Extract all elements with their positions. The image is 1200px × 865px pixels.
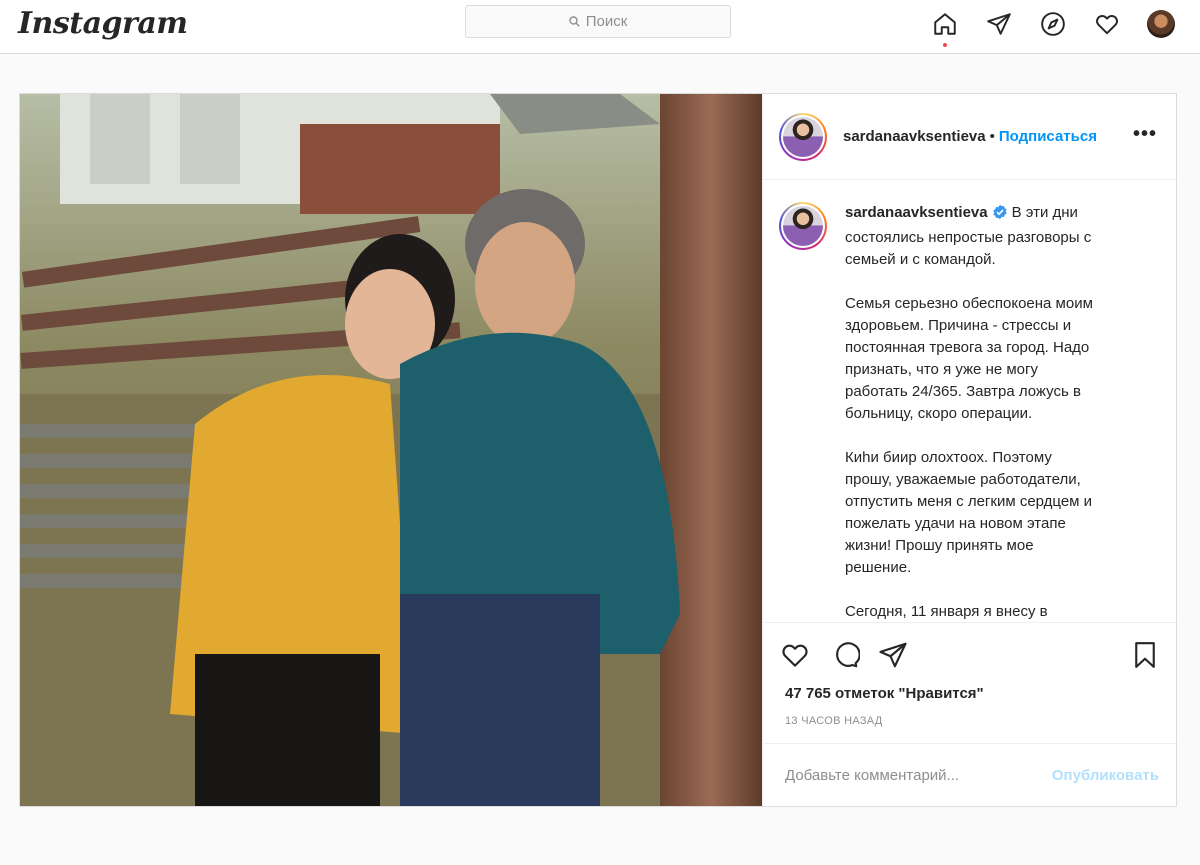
- caption-line: здоровьем. Причина - стрессы и: [845, 317, 1072, 334]
- caption-line: пожелать удачи на новом этапе: [845, 515, 1066, 532]
- post-caption: sardanaavksentieva В эти дни состоялись н…: [779, 202, 1169, 622]
- author-avatar[interactable]: [779, 112, 827, 161]
- comment-form: Опубликовать: [763, 743, 1177, 807]
- search-placeholder: Поиск: [585, 13, 628, 30]
- nav-home[interactable]: [928, 7, 962, 47]
- caption-line: больницу, скоро операции.: [845, 405, 1033, 422]
- caption-line: отпустить меня с легким сердцем и: [845, 493, 1093, 510]
- caption-paragraph: Семья серьезно обеспокоена моим здоровье…: [845, 293, 1155, 425]
- publish-button[interactable]: Опубликовать: [1052, 767, 1159, 784]
- caption-line: состоялись непростые разговоры с: [845, 229, 1092, 246]
- search-box[interactable]: Поиск: [465, 5, 731, 38]
- caption-line: В эти дни: [1011, 204, 1078, 221]
- post-photo[interactable]: [20, 94, 762, 806]
- active-indicator: [943, 43, 947, 47]
- caption-line: Семья серьезно обеспокоена моим: [845, 295, 1093, 312]
- nav-icons: [928, 7, 1178, 47]
- nav-activity[interactable]: [1090, 7, 1124, 41]
- caption-line: признать, что я уже не могу: [845, 361, 1038, 378]
- caption-paragraph: Сегодня, 11 января я внесу в Я: [845, 601, 1155, 622]
- follow-button[interactable]: Подписаться: [999, 128, 1097, 145]
- post-timestamp[interactable]: 13 ЧАСОВ НАЗАД: [785, 715, 883, 727]
- likes-count[interactable]: 47 765 отметок "Нравится": [785, 685, 984, 702]
- author-username[interactable]: sardanaavksentieva: [843, 128, 986, 145]
- caption-line: Сегодня, 11 января я внесу в: [845, 603, 1048, 620]
- post-card: sardanaavksentieva • Подписаться ••• sar…: [19, 93, 1177, 807]
- home-icon: [934, 13, 956, 35]
- caption-paragraph: Киһи биир олохтоох. Поэтому прошу, уважа…: [845, 447, 1155, 579]
- direct-icon: [987, 13, 1011, 35]
- explore-icon: [1041, 12, 1065, 36]
- caption-line: постоянная тревога за город. Надо: [845, 339, 1090, 356]
- post-header: sardanaavksentieva • Подписаться •••: [763, 94, 1177, 180]
- action-buttons-row: [779, 639, 1161, 671]
- caption-text: sardanaavksentieva В эти дни состоялись н…: [845, 202, 1155, 622]
- top-navigation-bar: Instagram Поиск: [0, 0, 1200, 54]
- comment-button[interactable]: [829, 639, 861, 671]
- post-image: [20, 94, 762, 806]
- caption-line: жизни! Прошу принять мое: [845, 537, 1034, 554]
- profile-avatar: [1147, 10, 1175, 38]
- caption-line: решение.: [845, 559, 912, 576]
- verified-badge-icon: [992, 204, 1008, 224]
- separator-dot: •: [989, 128, 995, 145]
- instagram-logo[interactable]: Instagram: [18, 6, 188, 41]
- comment-input[interactable]: [785, 767, 1052, 784]
- share-button[interactable]: [877, 639, 909, 671]
- more-options-button[interactable]: •••: [1133, 124, 1157, 144]
- comment-icon: [836, 642, 860, 668]
- caption-line: прошу, уважаемые работодатели,: [845, 471, 1081, 488]
- nav-profile[interactable]: [1144, 7, 1178, 41]
- post-sidebar: sardanaavksentieva • Подписаться ••• sar…: [762, 94, 1177, 806]
- save-button[interactable]: [1129, 639, 1161, 671]
- save-icon: [1135, 642, 1155, 668]
- nav-explore[interactable]: [1036, 7, 1070, 41]
- caption-paragraph: sardanaavksentieva В эти дни состоялись н…: [845, 202, 1155, 271]
- caption-line: работать 24/365. Завтра ложусь в: [845, 383, 1081, 400]
- search-icon: [569, 16, 580, 27]
- like-icon: [782, 644, 808, 667]
- caption-username[interactable]: sardanaavksentieva: [845, 204, 988, 221]
- activity-icon: [1096, 15, 1118, 35]
- nav-direct[interactable]: [982, 7, 1016, 41]
- share-icon: [879, 642, 907, 668]
- like-button[interactable]: [779, 639, 811, 671]
- caption-avatar[interactable]: [779, 202, 827, 250]
- caption-line: семьей и с командой.: [845, 251, 996, 268]
- caption-line: Киһи биир олохтоох. Поэтому: [845, 449, 1052, 466]
- post-actions-section: 47 765 отметок "Нравится" 13 ЧАСОВ НАЗАД…: [763, 622, 1177, 806]
